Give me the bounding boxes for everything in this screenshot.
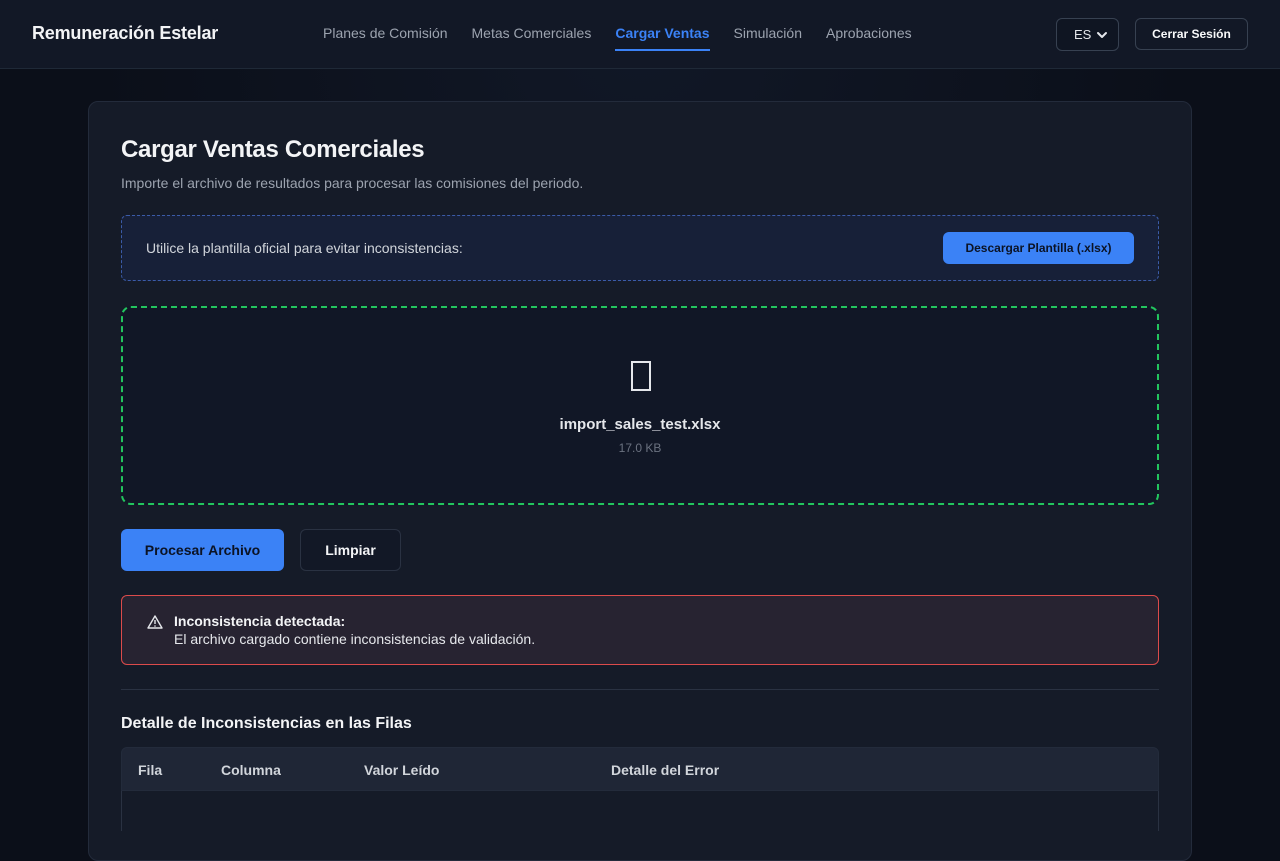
nav-item-approvals[interactable]: Aprobaciones	[826, 0, 912, 68]
section-divider	[121, 689, 1159, 690]
selected-file-name: import_sales_test.xlsx	[559, 416, 721, 433]
column-header-column: Columna	[221, 762, 281, 778]
column-header-value: Valor Leído	[364, 762, 440, 778]
nav-item-commission-plans[interactable]: Planes de Comisión	[323, 0, 448, 68]
nav-item-upload-sales[interactable]: Cargar Ventas	[615, 0, 710, 68]
alert-title: Inconsistencia detectada:	[174, 613, 346, 629]
process-file-button[interactable]: Procesar Archivo	[121, 529, 284, 571]
upload-card: Cargar Ventas Comerciales Importe el arc…	[88, 101, 1192, 861]
page-title: Cargar Ventas Comerciales	[121, 136, 425, 163]
alert-message: El archivo cargado contiene inconsistenc…	[174, 631, 536, 647]
chevron-down-icon	[1097, 32, 1107, 38]
selected-file-size: 17.0 KB	[618, 441, 662, 455]
page-subtitle: Importe el archivo de resultados para pr…	[121, 175, 584, 191]
language-select[interactable]: ES	[1056, 18, 1119, 51]
nav-item-sales-goals[interactable]: Metas Comerciales	[472, 0, 592, 68]
download-template-button[interactable]: Descargar Plantilla (.xlsx)	[943, 232, 1134, 264]
template-notice-text: Utilice la plantilla oficial para evitar…	[146, 240, 463, 256]
top-navigation-bar: Remuneración Estelar Planes de Comisión …	[0, 0, 1280, 69]
errors-table-header: Fila Columna Valor Leído Detalle del Err…	[121, 747, 1159, 791]
nav-item-simulation[interactable]: Simulación	[734, 0, 802, 68]
inconsistency-alert: Inconsistencia detectada: El archivo car…	[121, 595, 1159, 665]
logout-button[interactable]: Cerrar Sesión	[1135, 18, 1248, 50]
column-header-error-detail: Detalle del Error	[611, 762, 720, 778]
errors-table-body	[121, 791, 1159, 831]
language-select-value: ES	[1074, 27, 1092, 42]
main-nav: Planes de Comisión Metas Comerciales Car…	[323, 0, 936, 68]
clear-button[interactable]: Limpiar	[300, 529, 401, 571]
errors-section-title: Detalle de Inconsistencias en las Filas	[121, 715, 412, 732]
column-header-row: Fila	[138, 762, 163, 778]
file-icon	[631, 361, 651, 391]
file-dropzone[interactable]: import_sales_test.xlsx 17.0 KB	[121, 306, 1159, 505]
template-notice: Utilice la plantilla oficial para evitar…	[121, 215, 1159, 281]
warning-icon	[147, 615, 163, 629]
app-title: Remuneración Estelar	[32, 23, 219, 43]
